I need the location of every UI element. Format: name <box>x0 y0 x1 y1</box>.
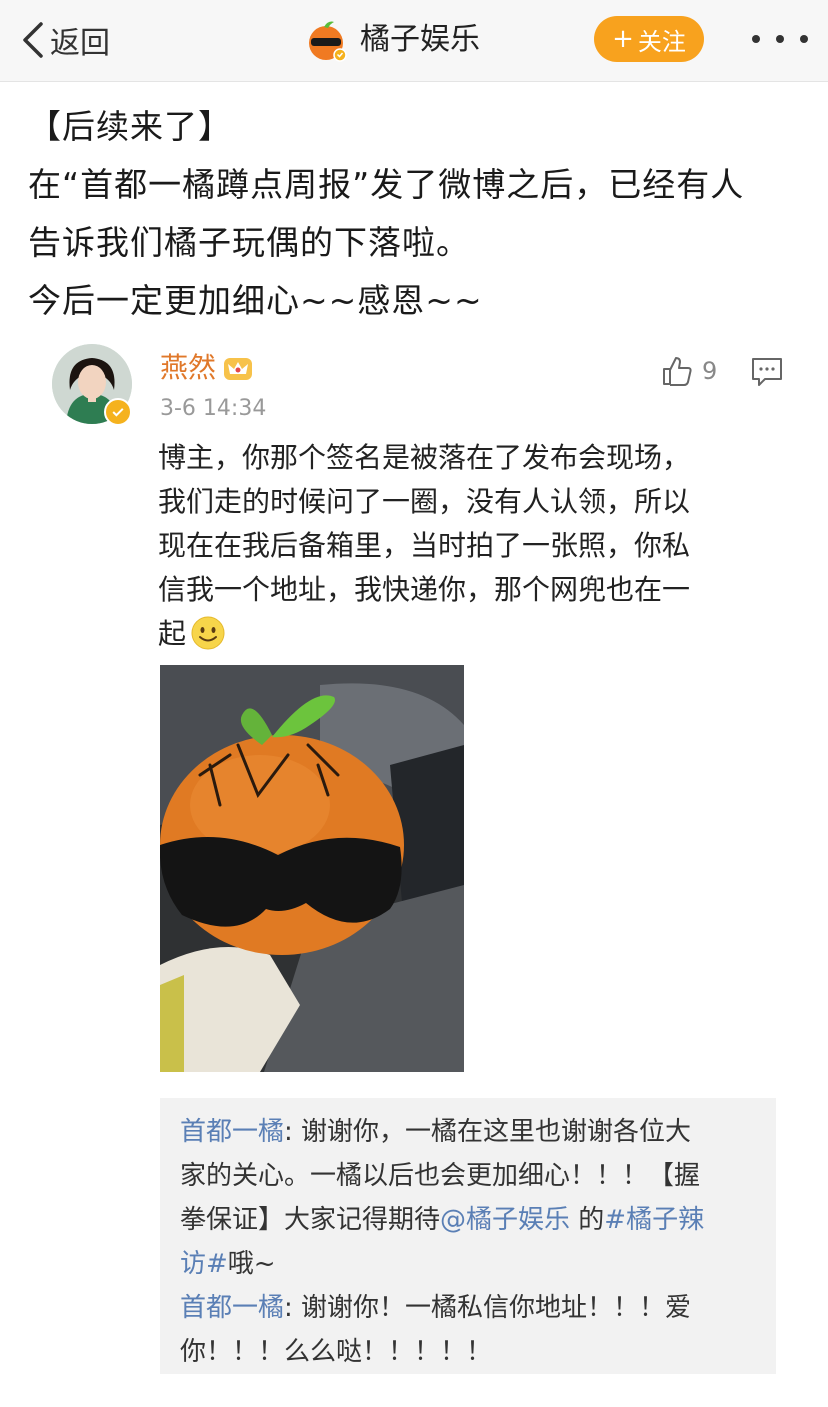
sunglasses-orange-logo-icon[interactable] <box>304 18 348 62</box>
post-line: 告诉我们橘子玩偶的下落啦。 <box>28 223 470 262</box>
like-button[interactable]: 9 <box>660 354 717 388</box>
comment-username[interactable]: 燕然 <box>160 350 216 386</box>
follow-label: 关注 <box>637 27 686 56</box>
chevron-left-icon <box>23 22 43 58</box>
replies-box: 首都一橘: 谢谢你，一橘在这里也谢谢各位大 家的关心。一橘以后也会更加细心！！！… <box>160 1098 776 1374</box>
reply-text: : 谢谢你，一橘在这里也谢谢各位大 <box>284 1117 692 1147</box>
reply-line: 家的关心。一橘以后也会更加细心！！！【握 <box>180 1154 758 1198</box>
comment-line: 起 <box>158 612 778 656</box>
back-label: 返回 <box>50 26 110 61</box>
comment-line-text: 起 <box>158 617 187 650</box>
dot <box>800 35 808 43</box>
reply-author-link[interactable]: 首都一橘 <box>180 1117 284 1147</box>
back-button[interactable]: 返回 <box>20 18 110 62</box>
comment-line: 博主，你那个签名是被落在了发布会现场， <box>158 441 691 474</box>
post-body: 【后续来了】 在“首都一橘蹲点周报”发了微博之后，已经有人 告诉我们橘子玩偶的下… <box>28 98 818 330</box>
dot <box>776 35 784 43</box>
reply-text: : 谢谢你！一橘私信你地址！！！爱 <box>284 1293 692 1323</box>
post-line: 【后续来了】 <box>28 107 232 146</box>
comment-timestamp: 3-6 14:34 <box>160 396 267 421</box>
comment-line: 现在在我后备箱里，当时拍了一张照，你私 <box>158 529 691 562</box>
reply-text: 家的关心。一橘以后也会更加细心！！！【握 <box>180 1161 701 1191</box>
more-dots-icon[interactable] <box>752 24 808 54</box>
post-line: 在“首都一橘蹲点周报”发了微博之后，已经有人 <box>28 165 745 204</box>
reply-line: 首都一橘: 谢谢你！一橘私信你地址！！！爱 <box>180 1286 758 1330</box>
reply-line: 访#哦~ <box>180 1242 758 1286</box>
post-line: 今后一定更加细心~~感恩~~ <box>28 281 483 320</box>
verified-badge-icon <box>104 398 132 426</box>
reply-line: 拳保证】大家记得期待@橘子娱乐 的#橘子辣 <box>180 1198 758 1242</box>
comment-bubble-icon[interactable] <box>750 356 784 388</box>
thumbs-up-icon <box>663 357 692 386</box>
reply-author-link[interactable]: 首都一橘 <box>180 1293 284 1323</box>
reply-line: 你！！！么么哒！！！！！ <box>180 1330 758 1374</box>
dot <box>752 35 760 43</box>
follow-button[interactable]: + 关注 <box>594 16 704 62</box>
account-title: 橘子娱乐 <box>360 22 480 57</box>
smiley-emoji-icon <box>191 616 225 650</box>
top-nav-bar: 返回 橘子娱乐 + 关注 <box>0 0 828 82</box>
mention-link[interactable]: @橘子娱乐 <box>440 1205 570 1235</box>
reply-text: 拳保证】大家记得期待 <box>180 1205 441 1235</box>
comment-photo[interactable] <box>160 665 464 1072</box>
photo-orange-plush <box>160 665 464 1072</box>
reply-text: 哦~ <box>227 1249 276 1279</box>
hashtag-link[interactable]: 访# <box>180 1249 228 1279</box>
comment-line: 信我一个地址，我快递你，那个网兜也在一 <box>158 573 691 606</box>
hashtag-link[interactable]: #橘子辣 <box>604 1205 704 1235</box>
like-count: 9 <box>702 357 718 385</box>
crown-member-icon <box>224 358 252 380</box>
reply-line: 首都一橘: 谢谢你，一橘在这里也谢谢各位大 <box>180 1110 758 1154</box>
reply-text: 的 <box>570 1205 605 1235</box>
reply-text: 你！！！么么哒！！！！！ <box>180 1337 493 1367</box>
comment-text: 博主，你那个签名是被落在了发布会现场， 我们走的时候问了一圈，没有人认领，所以 … <box>158 436 778 656</box>
plus-icon: + <box>612 24 634 54</box>
comment-line: 我们走的时候问了一圈，没有人认领，所以 <box>158 485 691 518</box>
